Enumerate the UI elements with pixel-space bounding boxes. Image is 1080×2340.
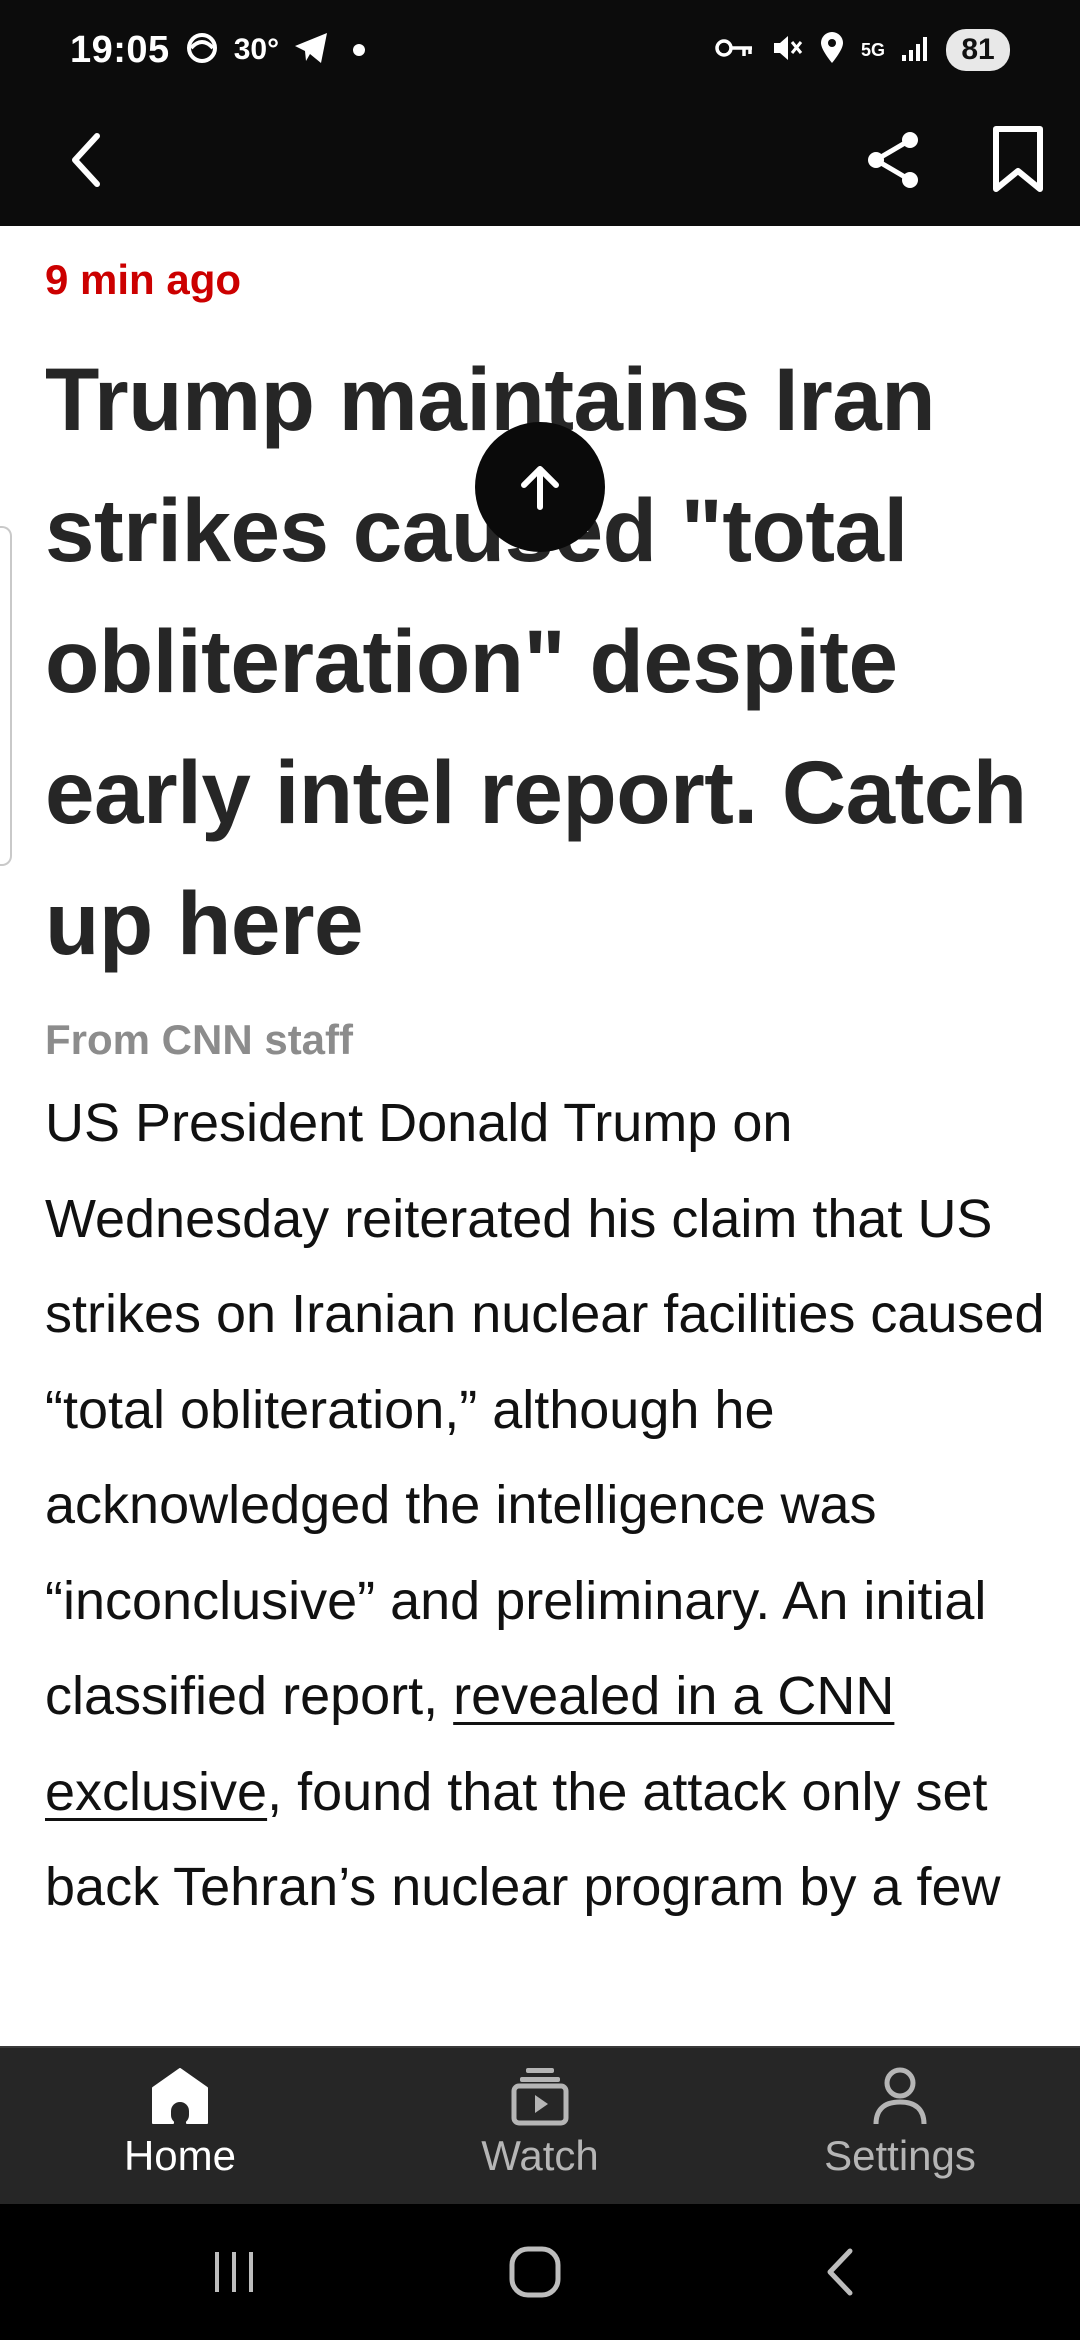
nav-home-label: Home	[123, 2132, 237, 2179]
nav-home[interactable]: Home	[60, 2066, 300, 2196]
system-back-button[interactable]	[800, 2242, 880, 2302]
nav-settings-label: Settings	[824, 2132, 976, 2179]
article-byline: From CNN staff	[45, 1016, 354, 1063]
back-button[interactable]	[48, 120, 128, 200]
status-time: 19:05	[70, 28, 170, 71]
nav-watch[interactable]: Watch	[420, 2066, 660, 2196]
telegram-icon	[291, 28, 331, 73]
body-text-part-1: US President Donald Trump on Wednesday r…	[45, 1093, 1045, 1726]
share-button[interactable]	[852, 118, 936, 202]
share-icon	[868, 132, 918, 188]
system-home-button[interactable]	[495, 2242, 575, 2302]
circle-home-icon	[509, 2246, 561, 2298]
status-right: 5G 81	[714, 22, 1010, 78]
person-icon	[873, 2067, 927, 2125]
scroll-to-top-button[interactable]	[475, 422, 605, 552]
side-panel-handle[interactable]	[0, 526, 12, 866]
status-bar: 19:05 30° 5G 81	[0, 0, 1080, 100]
nav-watch-label: Watch	[481, 2132, 599, 2179]
bookmark-icon	[993, 126, 1043, 192]
arrow-up-icon	[521, 466, 559, 510]
weather-icon	[182, 28, 222, 73]
article-body: US President Donald Trump on Wednesday r…	[45, 1076, 1045, 1936]
network-5g-label: 5G	[860, 40, 885, 60]
nav-settings[interactable]: Settings	[780, 2066, 1020, 2196]
status-temperature: 30°	[233, 33, 280, 66]
back-arrow-icon	[827, 2248, 853, 2296]
status-left: 19:05 30°	[70, 22, 366, 78]
watch-icon	[511, 2068, 569, 2126]
mute-icon	[770, 31, 804, 70]
recents-button[interactable]	[194, 2242, 274, 2302]
home-icon	[152, 2068, 208, 2124]
vpn-key-icon	[714, 33, 756, 68]
signal-icon	[900, 33, 932, 68]
bookmark-button[interactable]	[976, 118, 1060, 202]
chevron-left-icon	[72, 133, 100, 187]
bottom-navigation: Home Watch Settings	[0, 2046, 1080, 2204]
app-header	[0, 100, 1080, 226]
recents-icon	[215, 2252, 253, 2292]
article-timestamp: 9 min ago	[45, 256, 242, 303]
notification-dot-icon	[353, 44, 366, 56]
system-navigation-bar	[0, 2204, 1080, 2340]
location-icon	[818, 31, 846, 70]
battery-indicator: 81	[946, 29, 1010, 71]
